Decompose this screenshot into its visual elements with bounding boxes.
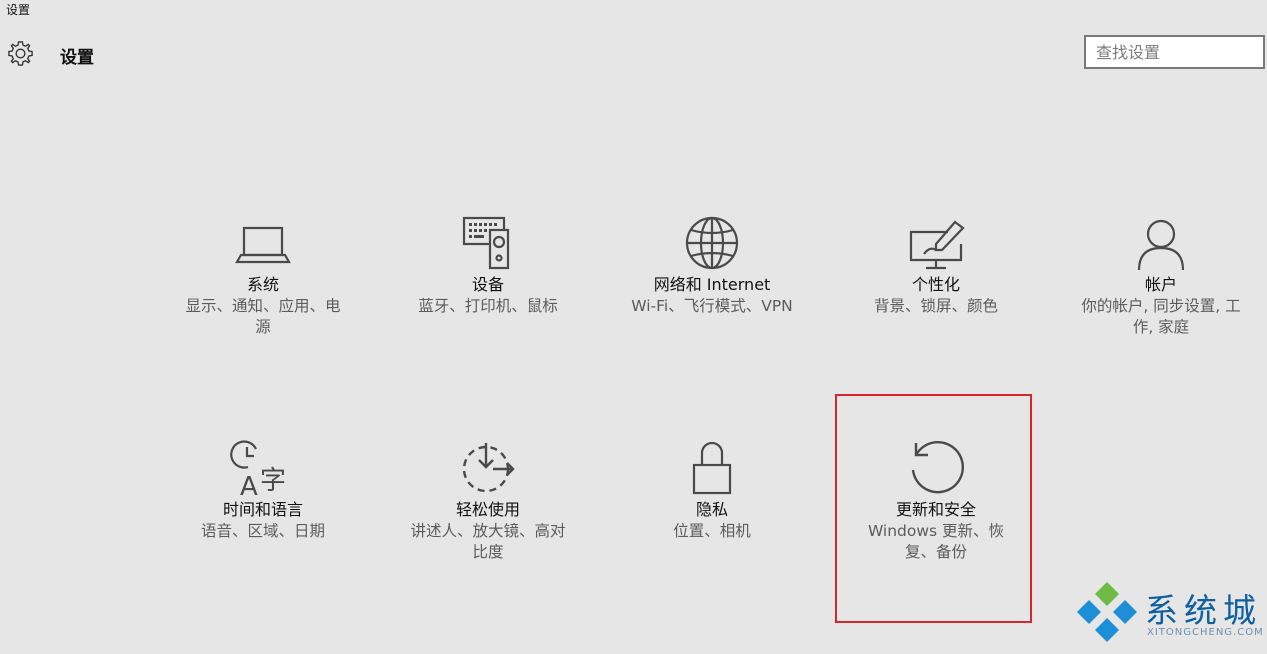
tile-title: 系统 <box>246 275 279 294</box>
tile-description: 讲述人、放大镜、高对 比度 <box>410 522 566 561</box>
watermark: 系统城 XITONGCHENG.COM <box>1075 580 1265 642</box>
watermark-text: 系统城 <box>1145 591 1262 630</box>
tile-description: 语音、区域、日期 <box>200 522 325 540</box>
ease-of-access-icon <box>462 443 515 493</box>
person-icon <box>1137 219 1185 271</box>
tile-title: 个性化 <box>911 275 960 294</box>
globe-icon <box>685 216 739 270</box>
tile-title: 帐户 <box>1144 275 1177 294</box>
search-box[interactable] <box>1084 35 1265 69</box>
tile-personalization[interactable]: 个性化 背景、锁屏、颜色 <box>846 214 1026 317</box>
tile-network[interactable]: 网络和 Internet Wi-Fi、飞行模式、VPN <box>612 214 812 317</box>
tile-devices[interactable]: 设备 蓝牙、打印机、鼠标 <box>395 214 581 317</box>
tile-description: 蓝牙、打印机、鼠标 <box>418 297 558 315</box>
tile-privacy[interactable]: 隐私 位置、相机 <box>640 437 784 542</box>
search-input[interactable] <box>1086 37 1263 67</box>
svg-text:字: 字 <box>260 466 286 496</box>
gear-icon <box>8 41 33 66</box>
window-title: 设置 <box>6 3 31 17</box>
personalization-icon <box>909 220 965 270</box>
tile-title: 设备 <box>471 275 504 294</box>
time-language-icon: A 字 <box>230 440 286 499</box>
tile-description: Wi-Fi、飞行模式、VPN <box>631 297 793 315</box>
watermark-logo-icon <box>1077 582 1137 642</box>
tile-description: 你的帐户, 同步设置, 工 作, 家庭 <box>1081 297 1241 336</box>
laptop-icon <box>235 226 291 264</box>
tile-system[interactable]: 系统 显示、通知、应用、电 源 <box>172 214 354 338</box>
tile-title: 时间和语言 <box>222 500 303 519</box>
tile-description: 位置、相机 <box>673 522 751 540</box>
tile-title: 轻松使用 <box>455 500 520 519</box>
lock-icon <box>692 441 732 495</box>
tile-title: 网络和 Internet <box>653 275 771 294</box>
page-title: 设置 <box>60 48 94 68</box>
watermark-subtext: XITONGCHENG.COM <box>1147 627 1264 638</box>
tile-description: 背景、锁屏、颜色 <box>873 297 998 315</box>
keyboard-speaker-icon <box>462 216 510 270</box>
tile-accounts[interactable]: 帐户 你的帐户, 同步设置, 工 作, 家庭 <box>1068 214 1254 338</box>
tile-ease-of-access[interactable]: 轻松使用 讲述人、放大镜、高对 比度 <box>396 437 580 563</box>
tile-description: 显示、通知、应用、电 源 <box>185 297 341 336</box>
tile-time-language[interactable]: A 字 时间和语言 语音、区域、日期 <box>180 437 346 542</box>
highlight-box <box>835 394 1032 623</box>
svg-text:A: A <box>240 472 258 499</box>
tile-title: 隐私 <box>695 500 728 519</box>
